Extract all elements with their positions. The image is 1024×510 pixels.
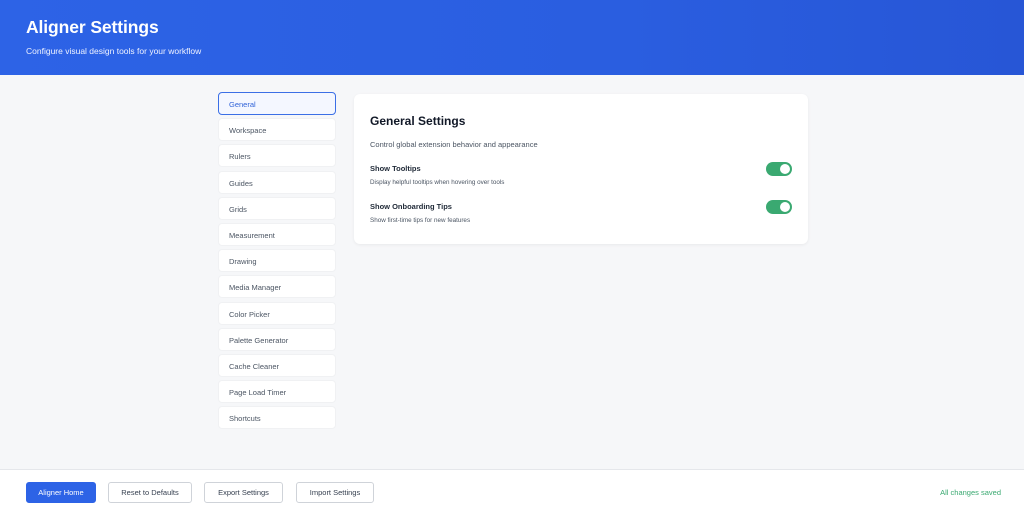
reset-to-defaults-button[interactable]: Reset to Defaults (108, 482, 192, 503)
general-settings-panel: General Settings Control global extensio… (354, 94, 808, 244)
sidebar-item-workspace[interactable]: Workspace (218, 118, 336, 142)
setting-show-tooltips: Show Tooltips Display helpful tooltips w… (370, 162, 792, 188)
export-settings-button[interactable]: Export Settings (204, 482, 283, 503)
sidebar-item-guides[interactable]: Guides (218, 170, 336, 194)
import-settings-button[interactable]: Import Settings (296, 482, 374, 503)
footer-bar: Aligner Home Reset to Defaults Export Se… (0, 469, 1024, 510)
setting-help: Show first-time tips for new features (370, 217, 471, 224)
sidebar-item-measurement[interactable]: Measurement (218, 222, 336, 246)
sidebar-item-media-manager[interactable]: Media Manager (218, 275, 336, 299)
page-title: Aligner Settings (26, 17, 159, 37)
show-onboarding-tips-toggle[interactable] (766, 200, 792, 214)
setting-label: Show Tooltips (370, 164, 421, 173)
sidebar-item-palette-generator[interactable]: Palette Generator (218, 327, 336, 351)
toggle-knob (780, 164, 790, 174)
setting-show-onboarding-tips: Show Onboarding Tips Show first-time tip… (370, 200, 792, 226)
sidebar-item-drawing[interactable]: Drawing (218, 249, 336, 273)
sidebar-item-general[interactable]: General (218, 92, 336, 115)
setting-label: Show Onboarding Tips (370, 202, 452, 211)
settings-sidebar: General Workspace Rulers Guides Grids Me… (218, 92, 336, 432)
panel-description: Control global extension behavior and ap… (370, 140, 538, 149)
sidebar-item-rulers[interactable]: Rulers (218, 144, 336, 168)
sidebar-item-cache-cleaner[interactable]: Cache Cleaner (218, 353, 336, 377)
app-header: Aligner Settings Configure visual design… (0, 0, 1024, 75)
save-status: All changes saved (940, 488, 1001, 497)
aligner-home-button[interactable]: Aligner Home (26, 482, 96, 503)
sidebar-item-page-load-timer[interactable]: Page Load Timer (218, 380, 336, 404)
page-subtitle: Configure visual design tools for your w… (26, 46, 202, 56)
setting-help: Display helpful tooltips when hovering o… (370, 179, 505, 186)
show-tooltips-toggle[interactable] (766, 162, 792, 176)
toggle-knob (780, 202, 790, 212)
sidebar-item-shortcuts[interactable]: Shortcuts (218, 406, 336, 430)
panel-title: General Settings (370, 114, 466, 128)
sidebar-item-color-picker[interactable]: Color Picker (218, 301, 336, 325)
sidebar-item-grids[interactable]: Grids (218, 196, 336, 220)
